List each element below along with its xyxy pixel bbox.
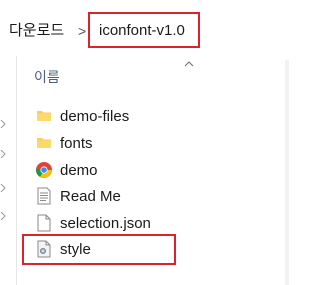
breadcrumb-separator[interactable]: > <box>78 22 86 40</box>
folder-icon <box>34 133 54 153</box>
chevron-right-icon[interactable] <box>0 120 6 128</box>
sort-up-icon <box>184 61 194 67</box>
list-item[interactable]: Read Me <box>22 184 272 208</box>
item-name: fonts <box>60 134 93 152</box>
item-name: demo-files <box>60 107 130 125</box>
list-item[interactable]: demo <box>22 158 272 182</box>
list-item[interactable]: fonts <box>22 131 272 155</box>
style-highlight-box <box>22 234 176 265</box>
column-header-name[interactable]: 이름 <box>34 67 60 87</box>
scrollbar-track[interactable] <box>285 60 289 285</box>
folder-icon <box>34 106 54 126</box>
item-name: demo <box>60 161 98 179</box>
item-name: Read Me <box>60 187 121 205</box>
chevron-right-icon[interactable] <box>0 212 6 220</box>
item-name: selection.json <box>60 214 151 232</box>
chevron-right-icon[interactable] <box>0 184 6 192</box>
nav-pane-divider <box>16 56 17 285</box>
list-item[interactable]: demo-files <box>22 104 272 128</box>
file-explorer: 다운로드 > iconfont-v1.0 이름 demo-files fonts <box>0 0 289 285</box>
file-icon <box>34 213 54 233</box>
text-file-icon <box>34 186 54 206</box>
address-highlight-box <box>88 12 200 48</box>
chevron-right-icon[interactable] <box>0 150 6 158</box>
list-item[interactable]: selection.json <box>22 211 272 235</box>
breadcrumb-downloads[interactable]: 다운로드 <box>9 22 64 40</box>
chrome-icon <box>34 160 54 180</box>
